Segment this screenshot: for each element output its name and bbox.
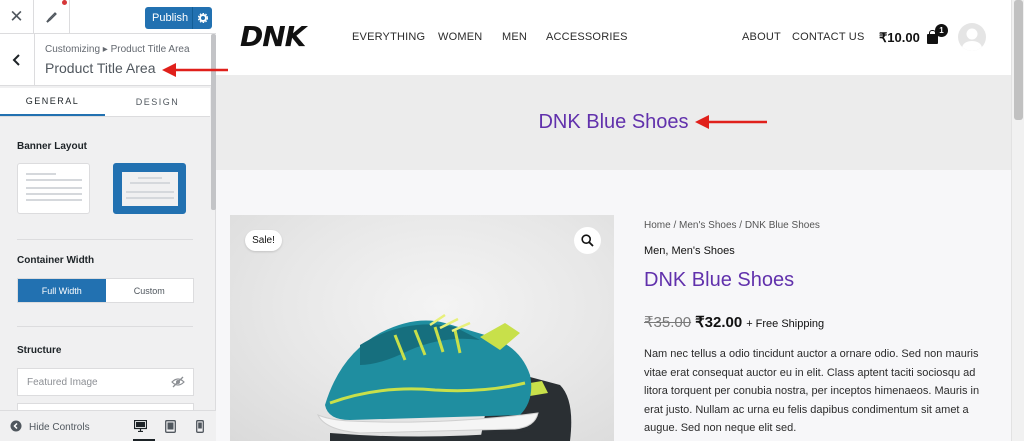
shopping-bag-icon[interactable] — [927, 30, 938, 44]
section-title: Product Title Area — [45, 60, 156, 76]
full-width-button[interactable]: Full Width — [18, 279, 106, 302]
customizer-footer: Hide Controls — [0, 410, 216, 441]
mobile-preview-icon[interactable] — [193, 419, 207, 433]
avatar[interactable] — [958, 23, 986, 51]
nav-item-men[interactable]: MEN — [502, 31, 527, 43]
sale-badge: Sale! — [245, 230, 282, 251]
title-banner: DNK Blue Shoes — [216, 75, 1011, 170]
cart-count-badge: 1 — [935, 24, 948, 37]
annotation-arrow-icon — [695, 115, 767, 129]
publish-label: Publish — [152, 12, 189, 24]
product-section: Sale! Home / Men's Shoes / DNK Blue Shoe… — [216, 170, 1011, 441]
product-price: ₹35.00 ₹32.00 + Free Shipping — [644, 313, 824, 331]
structure-label: Structure — [17, 345, 62, 356]
product-image[interactable]: Sale! — [230, 215, 614, 441]
eye-slash-icon[interactable] — [171, 376, 185, 391]
product-description: Nam nec tellus a odio tincidunt auctor a… — [644, 348, 980, 434]
tab-design[interactable]: DESIGN — [105, 88, 210, 116]
notification-dot — [62, 0, 67, 5]
customizer-breadcrumb: Customizing ▸ Product Title Area — [45, 44, 190, 55]
container-width-label: Container Width — [17, 255, 95, 266]
nav-item-about[interactable]: ABOUT — [742, 31, 781, 43]
customizer-topbar: ✕ Publish — [0, 0, 216, 34]
old-price: ₹35.00 — [644, 314, 692, 331]
publish-button[interactable]: Publish — [145, 7, 212, 29]
structure-item-featured-image[interactable]: Featured Image — [17, 368, 194, 396]
collapse-icon — [10, 420, 22, 435]
banner-layout-option-1[interactable] — [17, 163, 90, 214]
gear-icon[interactable] — [192, 7, 212, 29]
cart-total[interactable]: ₹10.00 — [879, 30, 920, 46]
nav-item-everything[interactable]: EVERYTHING — [352, 31, 425, 43]
annotation-arrow-icon — [162, 63, 228, 77]
product-categories[interactable]: Men, Men's Shoes — [644, 245, 735, 257]
customizer-tabs: GENERAL DESIGN — [0, 88, 210, 117]
divider — [17, 239, 193, 240]
nav-item-accessories[interactable]: ACCESSORIES — [546, 31, 628, 43]
sale-price: ₹32.00 — [695, 314, 743, 331]
scrollbar-thumb[interactable] — [1014, 0, 1023, 120]
custom-width-button[interactable]: Custom — [106, 279, 194, 302]
shoe-image — [316, 313, 572, 441]
product-title: DNK Blue Shoes — [644, 269, 795, 291]
divider — [17, 326, 193, 327]
hide-controls-label: Hide Controls — [29, 422, 90, 433]
close-icon[interactable]: ✕ — [0, 0, 34, 34]
product-breadcrumb[interactable]: Home / Men's Shoes / DNK Blue Shoes — [644, 220, 820, 231]
brush-icon[interactable] — [34, 0, 70, 34]
preview-scrollbar[interactable] — [1011, 0, 1024, 441]
site-logo[interactable]: DNK — [240, 20, 306, 53]
desktop-preview-icon[interactable] — [133, 419, 155, 441]
site-header: DNK EVERYTHING WOMEN MEN ACCESSORIES ABO… — [216, 0, 1011, 75]
structure-item-label: Featured Image — [27, 376, 98, 388]
tab-general[interactable]: GENERAL — [0, 88, 105, 116]
zoom-search-icon[interactable] — [574, 227, 601, 254]
banner-layout-option-2[interactable] — [113, 163, 186, 214]
site-preview: DNK EVERYTHING WOMEN MEN ACCESSORIES ABO… — [216, 0, 1011, 441]
back-arrow-icon[interactable] — [0, 34, 35, 86]
tablet-preview-icon[interactable] — [163, 419, 177, 433]
shipping-note: + Free Shipping — [746, 318, 825, 330]
nav-item-women[interactable]: WOMEN — [438, 31, 482, 43]
nav-item-contact-us[interactable]: CONTACT US — [792, 31, 865, 43]
container-width-toggle: Full Width Custom — [17, 278, 194, 303]
banner-layout-label: Banner Layout — [17, 141, 88, 152]
banner-title: DNK Blue Shoes — [538, 111, 689, 133]
hide-controls-button[interactable]: Hide Controls — [10, 420, 90, 435]
